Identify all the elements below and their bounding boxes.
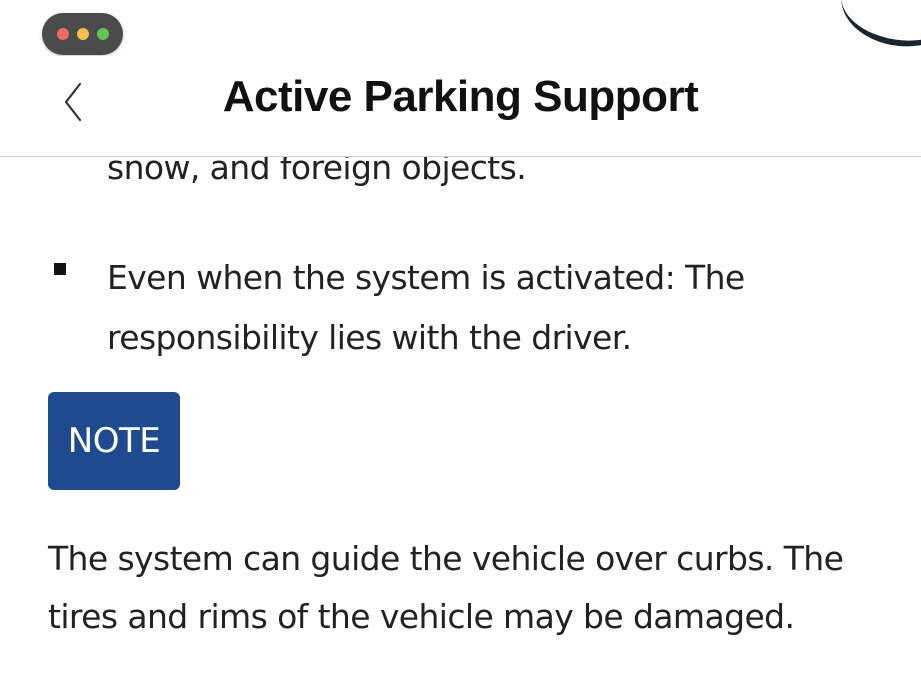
corner-shadow <box>835 0 921 54</box>
maximize-window-icon[interactable] <box>96 28 109 40</box>
app-screen: Active Parking Support snow, and foreign… <box>0 0 921 686</box>
minimize-window-icon[interactable] <box>76 28 89 40</box>
navigation-header: Active Parking Support <box>0 56 921 157</box>
note-badge: NOTE <box>48 392 180 490</box>
article-content: snow, and foreign objects. Even when the… <box>0 130 921 686</box>
window-controls[interactable] <box>42 13 123 55</box>
bullet-icon <box>54 263 66 275</box>
page-title: Active Parking Support <box>222 72 699 121</box>
close-window-icon[interactable] <box>56 28 69 40</box>
list-item-text: Even when the system is activated: The r… <box>107 258 745 357</box>
note-text: The system can guide the vehicle over cu… <box>48 539 844 636</box>
